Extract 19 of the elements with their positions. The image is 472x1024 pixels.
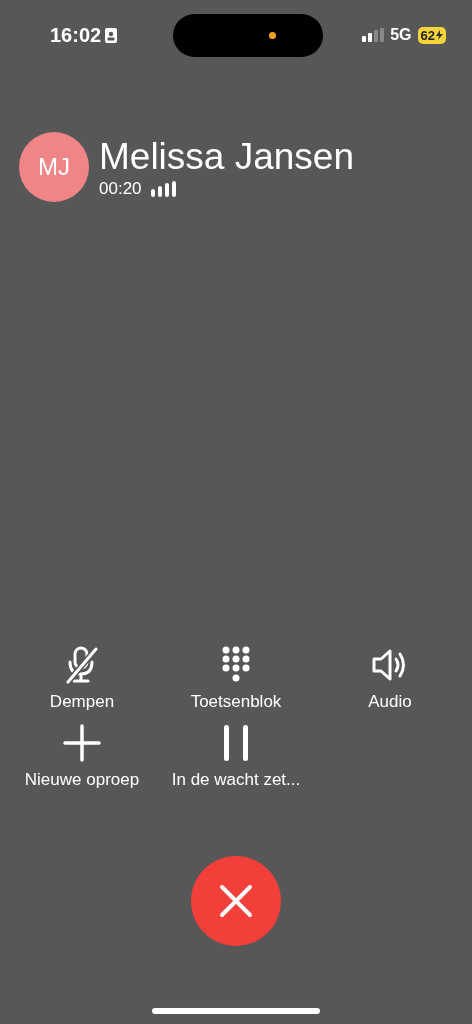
close-icon	[218, 883, 254, 919]
call-duration: 00:20	[99, 179, 142, 199]
call-control-button[interactable]: Toetsenblok	[159, 646, 313, 712]
call-control-button[interactable]: In de wacht zet...	[159, 724, 313, 790]
call-control-button[interactable]: Audio	[313, 646, 467, 712]
muted-microphone-icon	[65, 646, 99, 684]
pause-icon	[223, 724, 249, 762]
battery-indicator: 62	[417, 26, 446, 44]
signal-icon	[362, 28, 385, 42]
call-control-button[interactable]: Dempen	[5, 646, 159, 712]
keypad-icon	[221, 646, 251, 684]
network-type: 5G	[390, 26, 412, 44]
call-control-button[interactable]: Nieuwe oproep	[5, 724, 159, 790]
signal-icon	[150, 181, 177, 197]
plus-icon	[63, 724, 101, 762]
caller-name: Melissa Jansen	[99, 135, 354, 179]
contact-card-icon	[105, 27, 118, 43]
status-time: 16:02	[50, 23, 102, 47]
contact-avatar: MJ	[19, 132, 89, 202]
